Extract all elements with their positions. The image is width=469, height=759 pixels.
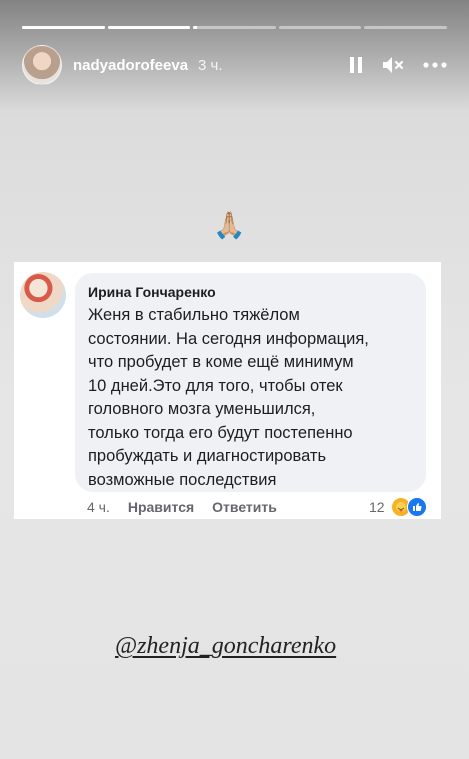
mute-icon[interactable] — [381, 55, 405, 75]
mention-sticker[interactable]: @zhenja_goncharenko — [115, 633, 336, 660]
more-icon[interactable] — [423, 62, 447, 68]
story-time: 3 ч. — [198, 56, 223, 74]
story-controls — [349, 55, 447, 75]
comment-text: Женя в стабильно тяжёлом состоянии. На с… — [88, 306, 369, 489]
like-reaction-icon — [406, 497, 427, 517]
like-button: Нравится — [127, 499, 195, 515]
comment-screenshot: Ирина Гончаренко Женя в стабильно тяжёло… — [14, 262, 441, 519]
comment-bubble: Ирина Гончаренко Женя в стабильно тяжёло… — [75, 273, 426, 492]
reaction-count: 12 — [369, 499, 385, 515]
commenter-name: Ирина Гончаренко — [88, 284, 216, 300]
progress-segment — [107, 26, 191, 29]
progress-segment — [278, 26, 362, 29]
progress-segment — [193, 26, 276, 29]
progress-segment — [364, 26, 447, 29]
reactions: 12 — [369, 497, 427, 517]
username[interactable]: nadyadorofeeva — [73, 57, 188, 74]
story-header: nadyadorofeeva 3 ч. — [22, 45, 447, 85]
pause-icon[interactable] — [349, 56, 363, 74]
avatar[interactable] — [22, 45, 62, 85]
reply-button: Ответить — [212, 499, 277, 515]
story-progress-bar — [22, 26, 447, 29]
comment-time: 4 ч. — [87, 499, 110, 515]
progress-segment — [22, 26, 105, 29]
comment-actions: 4 ч. Нравится Ответить — [87, 499, 277, 515]
commenter-avatar — [20, 272, 66, 318]
story-viewer[interactable]: nadyadorofeeva 3 ч. 🙏🏼 Ирина Гончаренко … — [0, 0, 469, 759]
praying-hands-emoji: 🙏🏼 — [213, 210, 246, 240]
